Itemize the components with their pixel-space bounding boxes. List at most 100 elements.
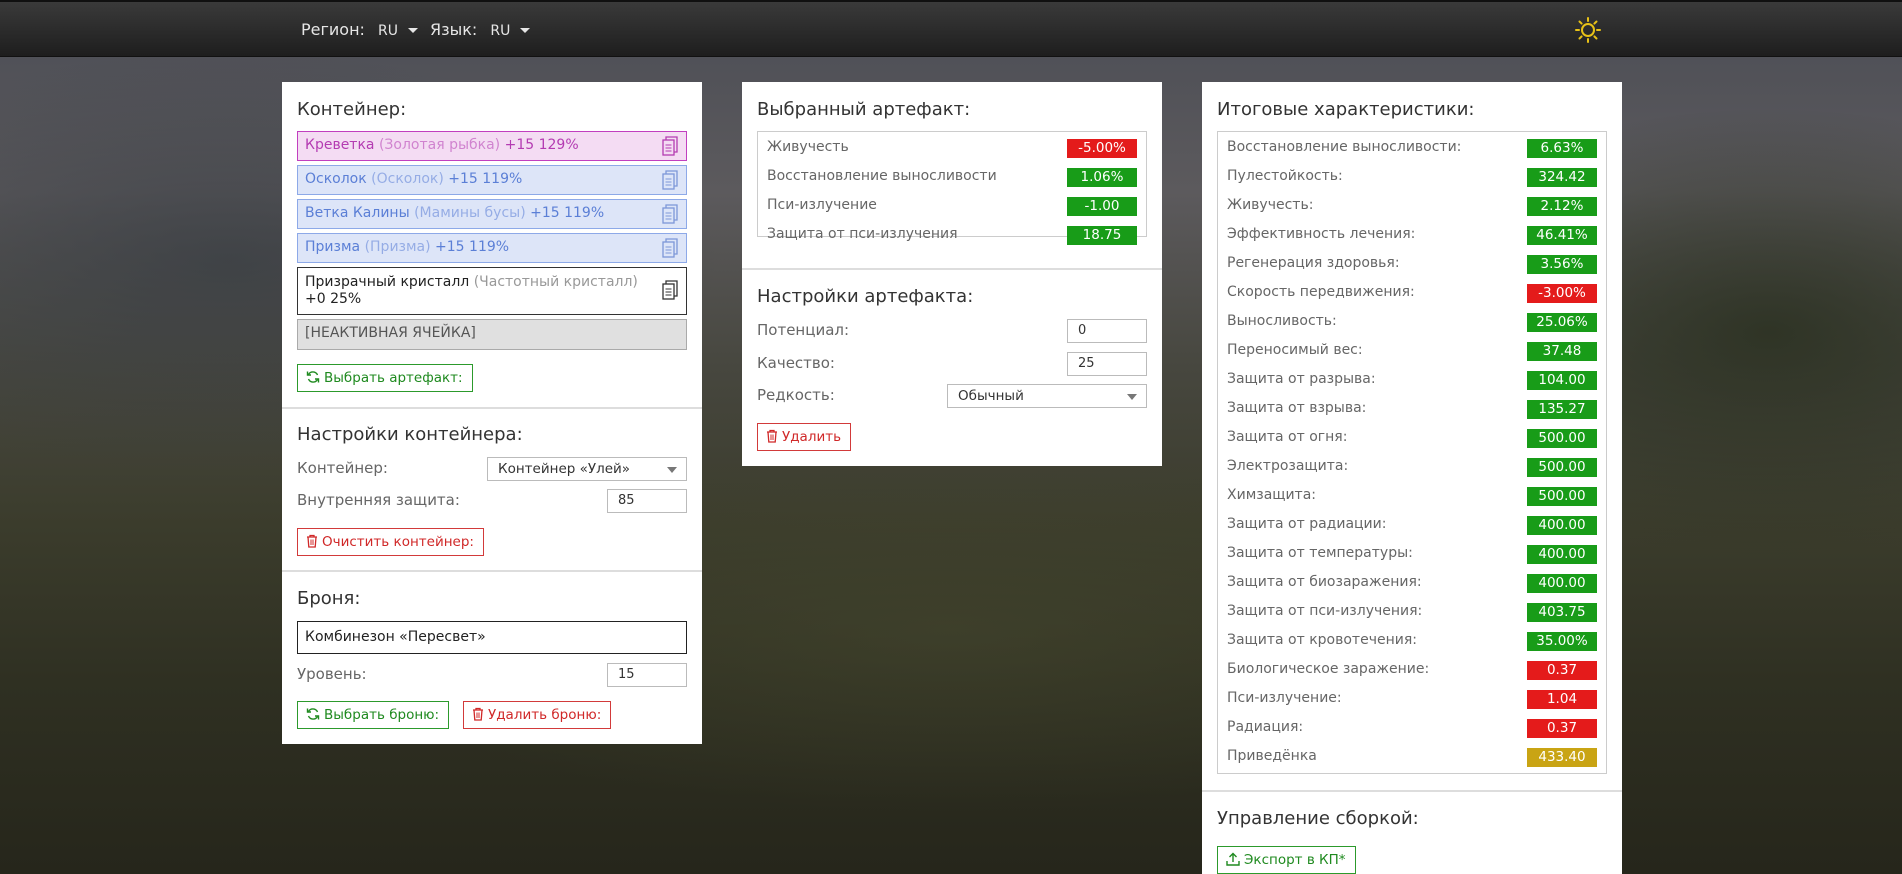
upload-icon — [1226, 852, 1240, 866]
trash-icon — [767, 429, 777, 443]
build-management-title: Управление сборкой: — [1217, 808, 1419, 829]
stat-value-badge: 400.00 — [1527, 574, 1597, 593]
stat-value-badge: 403.75 — [1527, 603, 1597, 622]
divider — [1202, 790, 1622, 792]
region-value: RU — [378, 23, 399, 39]
stat-value-badge: 433.40 — [1527, 748, 1597, 767]
divider — [282, 570, 702, 572]
stat-row: Пулестойкость: 324.42 — [1227, 164, 1597, 188]
delete-armor-button[interactable]: Удалить броню: — [463, 701, 612, 729]
copy-icon[interactable] — [662, 204, 678, 224]
copy-icon[interactable] — [662, 280, 678, 300]
chevron-down-icon — [520, 28, 531, 33]
stat-value-badge: -3.00% — [1527, 284, 1597, 303]
stat-row: Защита от взрыва: 135.27 — [1227, 396, 1597, 420]
internal-protection-input[interactable]: 85 — [607, 489, 687, 513]
quality-row: Качество: 25 — [757, 352, 1147, 376]
sun-icon[interactable] — [1574, 16, 1602, 44]
rarity-select[interactable]: Обычный — [947, 384, 1147, 408]
artifact-slot[interactable]: Ветка Калины (Мамины бусы) +15 119% — [297, 199, 687, 229]
delete-artifact-button[interactable]: Удалить — [757, 423, 852, 451]
stat-row: Живучесть: 2.12% — [1227, 193, 1597, 217]
stat-row: Защита от температуры: 400.00 — [1227, 541, 1597, 565]
stat-row: Восстановление выносливости 1.06% — [767, 164, 1137, 188]
stat-value-badge: 400.00 — [1527, 516, 1597, 535]
stat-row: Живучесть -5.00% — [767, 135, 1137, 159]
stat-value-badge: 18.75 — [1067, 226, 1137, 245]
trash-icon — [307, 534, 317, 548]
export-button[interactable]: Экспорт в КП* — [1217, 846, 1356, 874]
choose-armor-button[interactable]: Выбрать броню: — [297, 701, 450, 729]
choose-artifact-button[interactable]: Выбрать артефакт: — [297, 364, 473, 392]
armor-level-label: Уровень: — [297, 665, 367, 683]
stat-row: Защита от разрыва: 104.00 — [1227, 367, 1597, 391]
stat-value-badge: 6.63% — [1527, 139, 1597, 158]
selected-artifact-title: Выбранный артефакт: — [757, 99, 971, 120]
clear-container-button[interactable]: Очистить контейнер: — [297, 528, 484, 556]
language-label: Язык: — [430, 20, 478, 39]
artifact-slot-selected[interactable]: Призрачный кристалл (Частотный кристалл)… — [297, 267, 687, 315]
stat-value-badge: 500.00 — [1527, 429, 1597, 448]
stat-value-badge: 35.00% — [1527, 632, 1597, 651]
quality-label: Качество: — [757, 354, 835, 372]
container-type-label: Контейнер: — [297, 459, 388, 477]
stat-value-badge: 46.41% — [1527, 226, 1597, 245]
stat-value-badge: 500.00 — [1527, 487, 1597, 506]
internal-protection-row: Внутренняя защита: 85 — [297, 489, 687, 513]
stat-value-badge: 3.56% — [1527, 255, 1597, 274]
inactive-slot: [НЕАКТИВНАЯ ЯЧЕЙКА] — [297, 319, 687, 350]
container-panel: Контейнер: Креветка (Золотая рыбка) +15 … — [282, 82, 702, 744]
stat-value-badge: 135.27 — [1527, 400, 1597, 419]
stat-row: Восстановление выносливости: 6.63% — [1227, 135, 1597, 159]
stat-row: Электрозащита: 500.00 — [1227, 454, 1597, 478]
refresh-icon — [306, 371, 320, 383]
artifact-slot[interactable]: Креветка (Золотая рыбка) +15 129% — [297, 131, 687, 161]
copy-icon[interactable] — [662, 136, 678, 156]
armor-level-row: Уровень: 15 — [297, 663, 687, 687]
copy-icon[interactable] — [662, 238, 678, 258]
quality-input[interactable]: 25 — [1067, 352, 1147, 376]
language-value: RU — [490, 23, 511, 39]
chevron-down-icon — [667, 467, 677, 473]
stat-row: Защита от пси-излучения 18.75 — [767, 222, 1137, 246]
stat-value-badge: -5.00% — [1067, 139, 1137, 158]
copy-icon[interactable] — [662, 170, 678, 190]
stat-row: Защита от огня: 500.00 — [1227, 425, 1597, 449]
region-selector[interactable]: Регион: RU — [301, 20, 419, 39]
stat-value-badge: 324.42 — [1527, 168, 1597, 187]
potential-label: Потенциал: — [757, 321, 850, 339]
stat-row: Биологическое заражение: 0.37 — [1227, 657, 1597, 681]
container-type-row: Контейнер: Контейнер «Улей» — [297, 457, 687, 481]
stat-value-badge: 37.48 — [1527, 342, 1597, 361]
stat-value-badge: 0.37 — [1527, 661, 1597, 680]
divider — [742, 268, 1162, 270]
chevron-down-icon — [408, 28, 419, 33]
top-bar: Регион: RU Язык: RU — [0, 0, 1902, 57]
internal-protection-label: Внутренняя защита: — [297, 491, 460, 509]
stat-value-badge: -1.00 — [1067, 197, 1137, 216]
artifact-stats-list: Живучесть -5.00% Восстановление вынослив… — [757, 131, 1147, 245]
armor-level-input[interactable]: 15 — [607, 663, 687, 687]
armor-name-field[interactable]: Комбинезон «Пересвет» — [297, 621, 687, 654]
artifact-slot[interactable]: Осколок (Осколок) +15 119% — [297, 165, 687, 195]
artifact-slot[interactable]: Призма (Призма) +15 119% — [297, 233, 687, 263]
artifact-panel: Выбранный артефакт: Живучесть -5.00% Вос… — [742, 82, 1162, 466]
language-selector[interactable]: Язык: RU — [430, 20, 531, 39]
container-settings-title: Настройки контейнера: — [297, 424, 523, 445]
stat-row: Защита от биозаражения: 400.00 — [1227, 570, 1597, 594]
container-type-select[interactable]: Контейнер «Улей» — [487, 457, 687, 481]
stat-value-badge: 400.00 — [1527, 545, 1597, 564]
stat-row: Защита от кровотечения: 35.00% — [1227, 628, 1597, 652]
stat-value-badge: 25.06% — [1527, 313, 1597, 332]
stat-row: Эффективность лечения: 46.41% — [1227, 222, 1597, 246]
stat-row: Защита от пси-излучения: 403.75 — [1227, 599, 1597, 623]
stat-value-badge: 104.00 — [1527, 371, 1597, 390]
stat-row: Защита от радиации: 400.00 — [1227, 512, 1597, 536]
stat-row: Скорость передвижения: -3.00% — [1227, 280, 1597, 304]
totals-title: Итоговые характеристики: — [1217, 99, 1475, 120]
stat-row: Пси-излучение -1.00 — [767, 193, 1137, 217]
stat-value-badge: 0.37 — [1527, 719, 1597, 738]
artifact-settings-title: Настройки артефакта: — [757, 286, 974, 307]
potential-input[interactable]: 0 — [1067, 319, 1147, 343]
stat-row: Пси-излучение: 1.04 — [1227, 686, 1597, 710]
